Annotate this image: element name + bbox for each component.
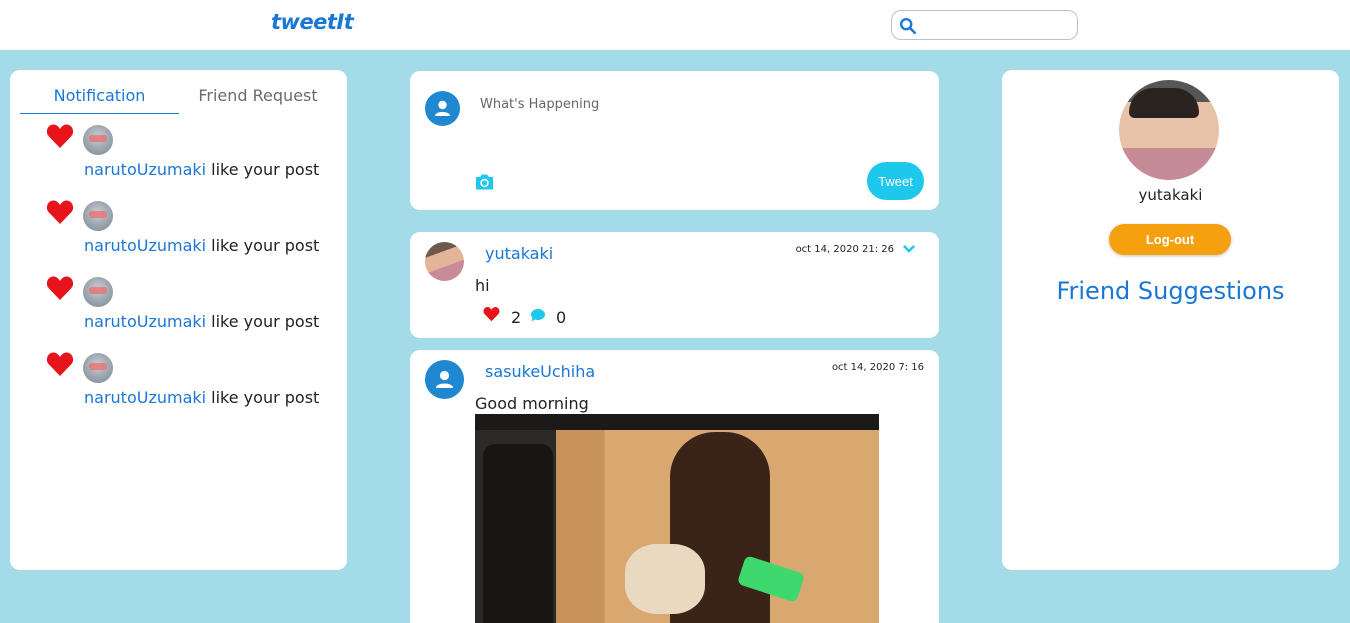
avatar[interactable]	[425, 91, 460, 126]
notification-message: like your post	[206, 160, 320, 179]
compose-input[interactable]: What's Happening	[480, 97, 599, 112]
camera-icon[interactable]	[474, 173, 495, 191]
post-image[interactable]	[475, 414, 879, 623]
post-timestamp: oct 14, 2020 7: 16	[831, 362, 924, 373]
logout-button[interactable]: Log-out	[1109, 224, 1231, 255]
avatar[interactable]	[83, 277, 113, 307]
comment-count: 0	[556, 308, 567, 327]
post-timestamp: oct 14, 2020 21: 26	[795, 244, 894, 255]
heart-icon	[46, 276, 74, 300]
notification-item: narutoUzumaki like your post	[10, 199, 347, 275]
top-navbar: tweetIt	[0, 0, 1350, 50]
user-icon	[436, 370, 453, 388]
post-text: Good morning	[475, 394, 589, 413]
notification-text: narutoUzumaki like your post	[84, 160, 319, 179]
heart-icon	[46, 352, 74, 376]
avatar[interactable]	[83, 125, 113, 155]
notification-item: narutoUzumaki like your post	[10, 351, 347, 427]
friend-suggestions-title: Friend Suggestions	[1056, 277, 1285, 305]
notification-text: narutoUzumaki like your post	[84, 236, 319, 255]
tab-notification[interactable]: Notification	[20, 86, 179, 114]
app-logo[interactable]: tweetIt	[271, 10, 354, 34]
post-username[interactable]: yutakaki	[485, 244, 553, 263]
post-text: hi	[475, 276, 490, 295]
profile-username[interactable]: yutakaki	[1002, 186, 1339, 204]
notification-user-link[interactable]: narutoUzumaki	[84, 312, 206, 331]
post-card: sasukeUchiha oct 14, 2020 7: 16 Good mor…	[410, 350, 939, 623]
notification-item: narutoUzumaki like your post	[10, 275, 347, 351]
tab-friend-request[interactable]: Friend Request	[179, 86, 337, 114]
avatar[interactable]	[425, 242, 464, 281]
chevron-down-icon[interactable]	[903, 244, 915, 254]
like-count: 2	[511, 308, 522, 327]
avatar[interactable]	[83, 353, 113, 383]
post-card: yutakaki oct 14, 2020 21: 26 hi 2 0	[410, 232, 939, 338]
user-icon	[435, 100, 450, 116]
heart-icon	[46, 200, 74, 224]
notification-user-link[interactable]: narutoUzumaki	[84, 160, 206, 179]
avatar[interactable]	[425, 360, 464, 399]
notification-panel: Notification Friend Request narutoUzumak…	[10, 70, 347, 570]
heart-icon[interactable]	[483, 306, 500, 322]
avatar[interactable]	[83, 201, 113, 231]
post-username[interactable]: sasukeUchiha	[485, 362, 595, 381]
tweet-composer: What's Happening Tweet	[410, 71, 939, 210]
notification-tabs: Notification Friend Request	[20, 86, 337, 114]
notification-item: narutoUzumaki like your post	[10, 123, 347, 199]
search-icon	[899, 17, 917, 35]
notification-text: narutoUzumaki like your post	[84, 312, 319, 331]
heart-icon	[46, 124, 74, 148]
profile-avatar[interactable]	[1119, 80, 1219, 180]
notification-message: like your post	[206, 388, 320, 407]
notification-user-link[interactable]: narutoUzumaki	[84, 236, 206, 255]
profile-panel: yutakaki Log-out Friend Suggestions	[1002, 70, 1339, 570]
search-input[interactable]	[891, 10, 1078, 40]
notification-text: narutoUzumaki like your post	[84, 388, 319, 407]
notification-message: like your post	[206, 236, 320, 255]
tweet-button[interactable]: Tweet	[867, 162, 924, 200]
notification-message: like your post	[206, 312, 320, 331]
comment-icon[interactable]	[530, 308, 546, 323]
notification-user-link[interactable]: narutoUzumaki	[84, 388, 206, 407]
